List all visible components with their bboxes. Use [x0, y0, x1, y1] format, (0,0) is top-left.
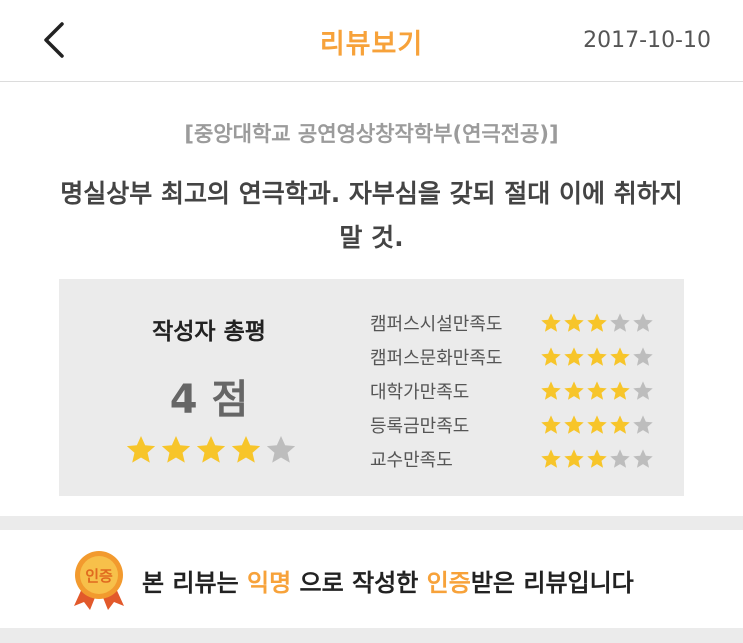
- notice-anonymous: 익명: [247, 569, 292, 597]
- category-rating-row: 캠퍼스시설만족도: [370, 307, 670, 341]
- star-filled-icon: [231, 436, 261, 463]
- notice-part-3: 받은 리뷰입니다: [470, 569, 634, 597]
- star-empty-icon: [633, 381, 653, 400]
- star-empty-icon: [633, 449, 653, 468]
- star-empty-icon: [266, 436, 296, 463]
- category-star-rating: [540, 312, 654, 334]
- category-rating-row: 캠퍼스문화만족도: [370, 341, 670, 375]
- overall-score: 4 점: [169, 377, 249, 423]
- category-rating-row: 대학가만족도: [370, 375, 670, 409]
- star-filled-icon: [587, 347, 607, 366]
- star-empty-icon: [633, 415, 653, 434]
- rating-panel: 작성자 총평 4 점 캠퍼스시설만족도캠퍼스문화만족도대학가만족도등록금만족도교…: [59, 279, 684, 496]
- star-filled-icon: [564, 415, 584, 434]
- star-empty-icon: [610, 313, 630, 332]
- star-filled-icon: [541, 381, 561, 400]
- star-filled-icon: [564, 347, 584, 366]
- verified-notice: 인증 본 리뷰는 익명 으로 작성한 인증받은 리뷰입니다: [0, 530, 743, 628]
- category-label: 등록금만족도: [370, 416, 470, 437]
- star-filled-icon: [196, 436, 226, 463]
- overall-star-rating: [125, 434, 297, 466]
- category-label: 캠퍼스문화만족도: [370, 348, 503, 369]
- star-filled-icon: [564, 313, 584, 332]
- star-filled-icon: [587, 381, 607, 400]
- verified-badge-icon: 인증: [74, 551, 124, 610]
- category-star-rating: [540, 380, 654, 402]
- app-header: 리뷰보기 2017-10-10: [0, 0, 743, 82]
- star-filled-icon: [587, 415, 607, 434]
- star-filled-icon: [126, 436, 156, 463]
- star-filled-icon: [541, 313, 561, 332]
- star-empty-icon: [610, 449, 630, 468]
- category-rating-row: 교수만족도: [370, 443, 670, 477]
- notice-part-2: 으로 작성한: [291, 569, 427, 597]
- overall-label: 작성자 총평: [152, 319, 266, 345]
- star-empty-icon: [633, 347, 653, 366]
- star-filled-icon: [610, 381, 630, 400]
- review-title: 명실상부 최고의 연극학과. 자부심을 갖되 절대 이에 취하지 말 것.: [60, 179, 683, 252]
- category-star-rating: [540, 448, 654, 470]
- category-label: 대학가만족도: [370, 382, 470, 403]
- star-filled-icon: [564, 381, 584, 400]
- category-star-rating: [540, 346, 654, 368]
- notice-part-1: 본 리뷰는: [142, 569, 248, 597]
- star-empty-icon: [633, 313, 653, 332]
- category-label: 교수만족도: [370, 450, 453, 471]
- category-label: 캠퍼스시설만족도: [370, 314, 503, 335]
- school-name: [중앙대학교 공연영상창작학부(연극전공)]: [184, 122, 559, 146]
- notice-verified: 인증: [426, 569, 471, 597]
- category-rating-row: 등록금만족도: [370, 409, 670, 443]
- star-filled-icon: [541, 449, 561, 468]
- bottom-divider: [0, 628, 743, 643]
- star-filled-icon: [587, 449, 607, 468]
- notice-text: 본 리뷰는 익명 으로 작성한 인증받은 리뷰입니다: [142, 563, 634, 598]
- star-filled-icon: [610, 415, 630, 434]
- review-date: 2017-10-10: [583, 28, 711, 53]
- star-filled-icon: [564, 449, 584, 468]
- star-filled-icon: [587, 313, 607, 332]
- category-ratings: 캠퍼스시설만족도캠퍼스문화만족도대학가만족도등록금만족도교수만족도: [370, 307, 670, 477]
- star-filled-icon: [541, 415, 561, 434]
- star-filled-icon: [610, 347, 630, 366]
- star-filled-icon: [161, 436, 191, 463]
- section-divider: [0, 516, 743, 530]
- star-filled-icon: [541, 347, 561, 366]
- category-star-rating: [540, 414, 654, 436]
- badge-label: 인증: [85, 567, 113, 585]
